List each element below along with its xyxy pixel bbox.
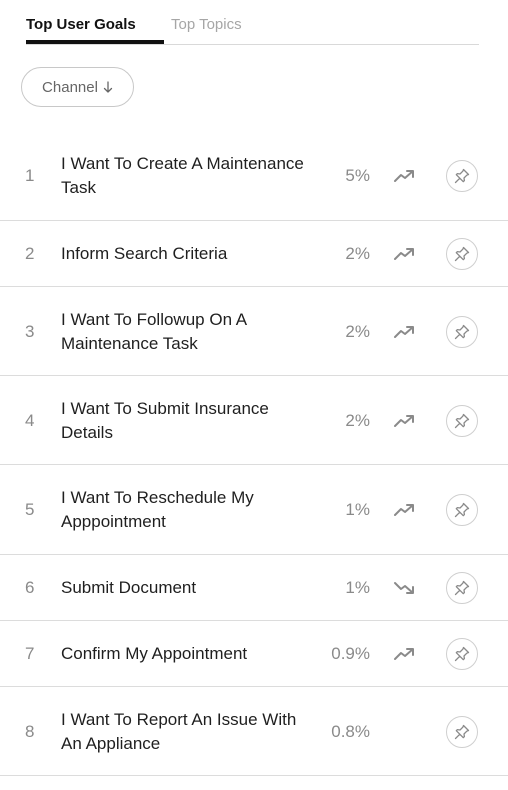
goal-percent: 1%	[345, 500, 370, 519]
goal-rank: 8	[25, 721, 35, 741]
goal-row[interactable]: 3 I Want To Followup On A Maintenance Tas…	[0, 287, 508, 376]
goal-row[interactable]: 8 I Want To Report An Issue With An Appli…	[0, 687, 508, 776]
goal-label: I Want To Report An Issue With An Applia…	[61, 709, 297, 753]
goal-percent: 2%	[345, 321, 370, 341]
trending-up-icon	[394, 414, 414, 427]
goal-label: Confirm My Appointment	[61, 644, 248, 663]
pin-button[interactable]	[446, 238, 478, 270]
channel-filter-button[interactable]: Channel	[21, 67, 134, 107]
goal-label: I Want To Submit Insurance Details	[61, 398, 269, 442]
goal-row[interactable]: 5 I Want To Reschedule My Apppointment 1%	[0, 465, 508, 555]
tab-top-topics[interactable]: Top Topics	[171, 15, 242, 35]
arrow-down-icon	[103, 80, 113, 93]
goal-rank: 4	[25, 410, 35, 430]
goal-percent: 1%	[345, 578, 370, 597]
pin-button[interactable]	[446, 160, 478, 192]
goal-rank: 3	[25, 321, 35, 341]
goal-rank: 1	[25, 166, 35, 185]
goal-row[interactable]: 4 I Want To Submit Insurance Details 2%	[0, 376, 508, 465]
tab-top-user-goals[interactable]: Top User Goals	[26, 15, 136, 35]
pin-button[interactable]	[446, 494, 478, 526]
goal-rank: 6	[25, 578, 35, 597]
goal-percent: 2%	[345, 244, 370, 263]
pin-button[interactable]	[446, 315, 478, 348]
trending-up-icon	[394, 170, 414, 182]
goal-rank: 7	[25, 644, 35, 663]
goal-rank: 5	[25, 500, 35, 519]
goal-row[interactable]: 1 I Want To Create A Maintenance Task 5%	[0, 131, 508, 221]
goal-rank: 2	[25, 244, 35, 263]
active-tab-indicator	[26, 40, 164, 44]
trending-up-icon	[394, 248, 414, 260]
pin-icon	[454, 646, 470, 662]
goal-percent: 2%	[345, 410, 370, 430]
pin-icon	[454, 246, 470, 262]
goal-percent: 5%	[345, 166, 370, 185]
pin-icon	[454, 502, 470, 518]
channel-filter-label: Channel	[42, 78, 98, 96]
goal-label: Inform Search Criteria	[61, 244, 228, 263]
pin-icon	[454, 580, 470, 596]
goal-label: I Want To Reschedule My Apppointment	[61, 488, 254, 531]
goal-label: Submit Document	[61, 578, 197, 597]
trending-up-icon	[394, 325, 414, 338]
trending-down-icon	[394, 582, 414, 594]
goal-row[interactable]: 7 Confirm My Appointment 0.9%	[0, 621, 508, 687]
goal-row[interactable]: 6 Submit Document 1%	[0, 555, 508, 621]
goal-label: I Want To Create A Maintenance Task	[61, 154, 304, 197]
pin-button[interactable]	[446, 404, 478, 437]
pin-button[interactable]	[446, 572, 478, 604]
goal-percent: 0.8%	[331, 721, 370, 741]
pin-icon	[454, 324, 470, 339]
pin-icon	[454, 413, 470, 428]
goal-row[interactable]: 2 Inform Search Criteria 2%	[0, 221, 508, 287]
pin-button[interactable]	[446, 638, 478, 670]
pin-button[interactable]	[446, 715, 478, 748]
pin-icon	[454, 168, 470, 184]
tab-bar: Top User Goals Top Topics	[26, 0, 479, 45]
trending-up-icon	[394, 504, 414, 516]
pin-icon	[454, 724, 470, 739]
goal-label: I Want To Followup On A Maintenance Task	[61, 309, 247, 353]
goal-percent: 0.9%	[331, 644, 370, 663]
trending-up-icon	[394, 648, 414, 660]
